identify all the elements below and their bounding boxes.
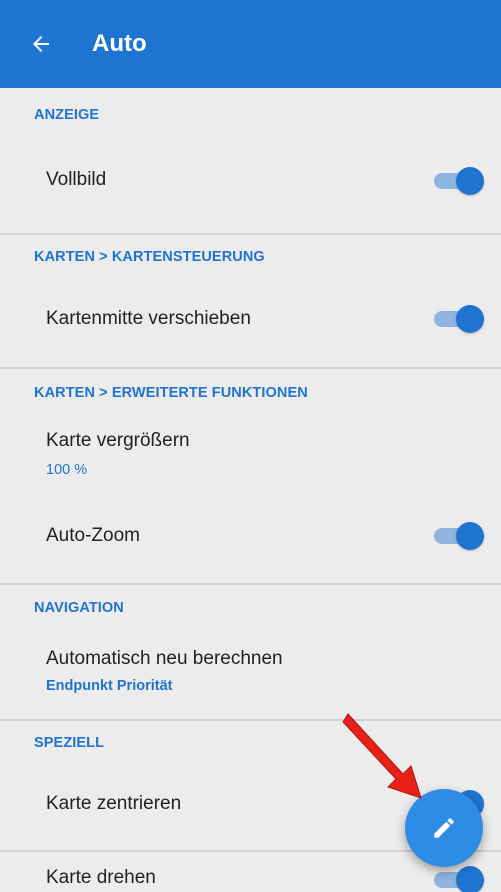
app-bar: Auto <box>0 0 501 88</box>
section-header-anzeige: ANZEIGE <box>34 107 100 123</box>
setting-label: Karte drehen <box>46 867 156 888</box>
edit-fab-button[interactable] <box>405 789 483 867</box>
toggle-thumb <box>456 866 484 892</box>
arrow-left-icon <box>33 36 49 52</box>
pencil-icon <box>434 818 454 838</box>
section-header-kartensteuerung: KARTEN > KARTENSTEUERUNG <box>34 249 265 265</box>
setting-value: 100 % <box>46 462 88 478</box>
setting-label: Karte zentrieren <box>46 793 182 814</box>
section-header-erweiterte-funktionen: KARTEN > ERWEITERTE FUNKTIONEN <box>34 385 308 401</box>
setting-label: Karte vergrößern <box>46 430 190 451</box>
setting-label: Vollbild <box>46 169 107 190</box>
back-button[interactable] <box>0 0 92 88</box>
setting-value: Endpunkt Priorität <box>46 678 173 694</box>
kartenmitte-toggle[interactable] <box>432 305 486 333</box>
toggle-thumb <box>456 167 484 195</box>
karte-drehen-toggle[interactable] <box>432 866 486 892</box>
divider <box>0 367 501 369</box>
setting-label: Kartenmitte verschieben <box>46 308 251 329</box>
setting-row-neu-berechnen[interactable]: Automatisch neu berechnen Endpunkt Prior… <box>0 634 501 718</box>
setting-row-kartenmitte[interactable]: Kartenmitte verschieben <box>0 283 501 369</box>
auto-zoom-toggle[interactable] <box>432 522 486 550</box>
divider <box>0 583 501 585</box>
divider <box>0 719 501 721</box>
setting-row-auto-zoom[interactable]: Auto-Zoom <box>0 500 501 580</box>
setting-label: Automatisch neu berechnen <box>46 648 283 669</box>
toggle-thumb <box>456 305 484 333</box>
toggle-thumb <box>456 522 484 550</box>
setting-row-karte-vergroessern[interactable]: Karte vergrößern 100 % <box>0 418 501 496</box>
vollbild-toggle[interactable] <box>432 167 486 195</box>
section-header-navigation: NAVIGATION <box>34 600 124 616</box>
setting-row-vollbild[interactable]: Vollbild <box>0 145 501 235</box>
section-header-speziell: SPEZIELL <box>34 735 105 751</box>
divider <box>0 233 501 235</box>
setting-label: Auto-Zoom <box>46 525 140 546</box>
page-title: Auto <box>92 30 147 57</box>
